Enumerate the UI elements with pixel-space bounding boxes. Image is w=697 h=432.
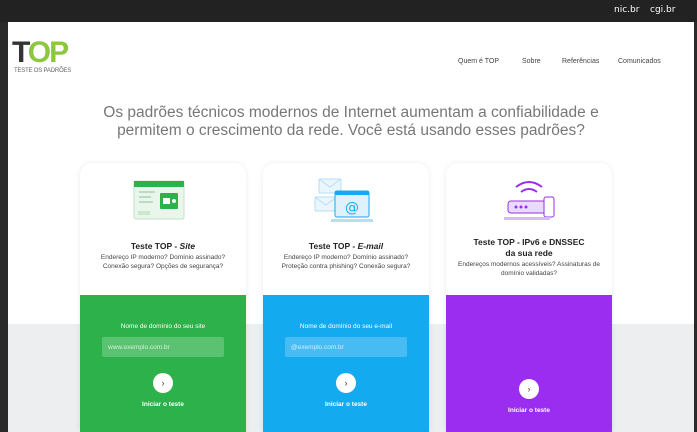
network-start-test-button[interactable]: Iniciar o teste [446,407,612,414]
hero-line-1: Os padrões técnicos modernos de Internet… [103,104,599,121]
site-domain-input[interactable] [102,337,224,357]
email-start-test-button[interactable]: Iniciar o teste [263,401,429,408]
nav-quem-e-top[interactable]: Quem é TOP [458,58,499,65]
email-domain-input[interactable] [285,337,407,357]
card-site-test: Teste TOP - Site Endereço IP moderno? Do… [80,163,246,432]
hero-heading: Os padrões técnicos modernos de Internet… [8,104,694,140]
card-email-title-text: Teste TOP - [308,241,358,251]
card-email-test: @ Teste TOP - E-mail Endereço IP moderno… [263,163,429,432]
nav-referencias[interactable]: Referências [562,58,599,65]
router-illustration-icon [504,181,555,220]
card-network-description: Endereços modernos acessíveis? Assinatur… [458,261,600,277]
card-network-title: Teste TOP - IPv6 e DNSSEC da sua rede [452,237,606,259]
network-test-panel: › Iniciar o teste [446,295,612,432]
card-site-title-emphasis: Site [179,241,196,251]
svg-text:@: @ [345,200,359,216]
card-network-title-line-2: da sua rede [505,248,553,258]
card-email-title-emphasis: E-mail [357,241,384,251]
hero-line-2: permitem o crescimento da rede. Você est… [117,122,585,139]
site-header: TOP TESTE OS PADRÕES Quem é TOP Sobre Re… [8,22,694,84]
email-domain-label: Nome de domínio do seu e-mail [299,323,393,330]
nav-sobre[interactable]: Sobre [522,58,541,65]
logo-mark: TOP [12,36,69,69]
nav-comunicados[interactable]: Comunicados [618,58,661,65]
email-illustration-icon: @ [314,178,373,222]
card-email-title: Teste TOP - E-mail [269,241,423,252]
card-email-description: Endereço IP moderno? Domínio assinado? P… [281,254,411,270]
card-site-title-text: Teste TOP - [130,241,180,251]
site-start-arrow-icon[interactable]: › [153,373,173,393]
site-domain-label: Nome de domínio do seu site [120,323,206,330]
network-start-arrow-icon[interactable]: › [519,379,539,399]
top-bar: nic.br cgi.br [0,0,697,22]
window-frame-left [0,22,8,432]
card-network-test: Teste TOP - IPv6 e DNSSEC da sua rede En… [446,163,612,432]
cgibr-link[interactable]: cgi.br [650,5,675,15]
logo-subtitle: TESTE OS PADRÕES [14,68,72,74]
card-site-title: Teste TOP - Site [86,241,240,252]
website-illustration-icon [133,180,185,220]
card-network-title-line-1: Teste TOP - IPv6 e DNSSEC [473,237,585,247]
email-form-panel: Nome de domínio do seu e-mail › Iniciar … [263,295,429,432]
card-site-description: Endereço IP moderno? Domínio assinado? C… [100,254,226,270]
top-logo[interactable]: TOP TESTE OS PADRÕES [12,38,92,78]
nicbr-link[interactable]: nic.br [614,5,639,15]
site-form-panel: Nome de domínio do seu site › Iniciar o … [80,295,246,432]
email-start-arrow-icon[interactable]: › [336,373,356,393]
site-start-test-button[interactable]: Iniciar o teste [80,401,246,408]
